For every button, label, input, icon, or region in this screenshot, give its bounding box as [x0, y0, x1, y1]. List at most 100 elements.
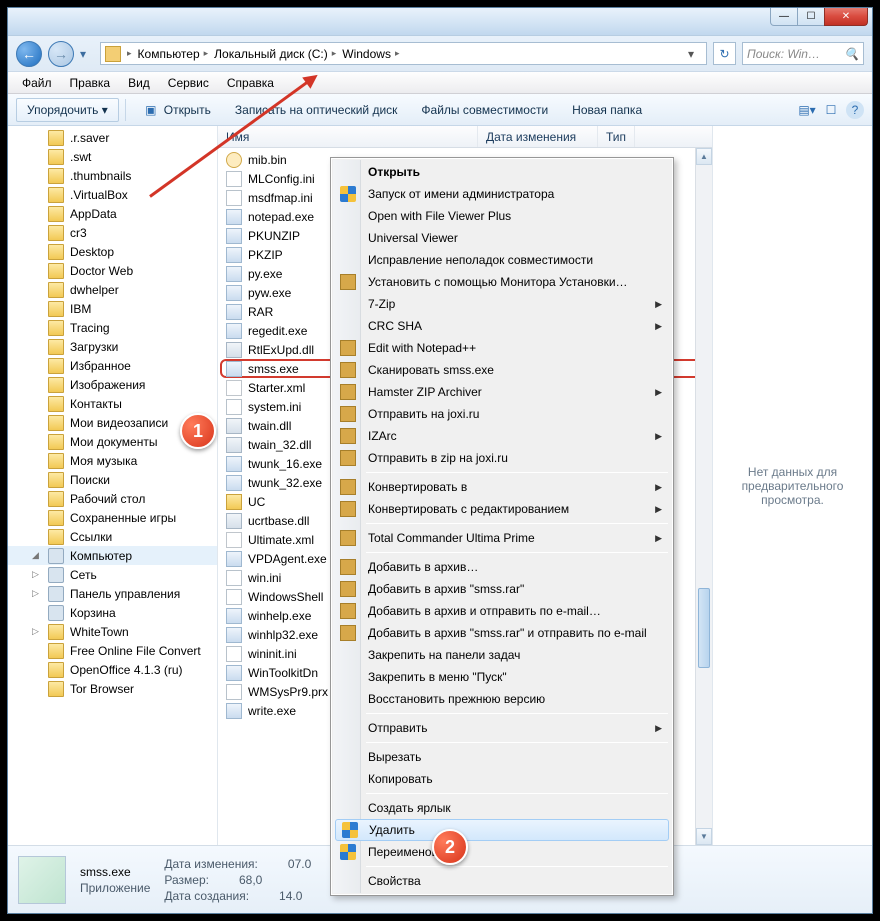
shield-icon	[342, 822, 358, 838]
context-item-label: Hamster ZIP Archiver	[368, 385, 482, 399]
context-item[interactable]: Копировать	[334, 768, 670, 790]
search-input[interactable]: Поиск: Win… 🔍	[742, 42, 864, 65]
tree-item[interactable]: ▷WhiteTown	[8, 622, 217, 641]
context-item[interactable]: Edit with Notepad++	[334, 337, 670, 359]
tree-item[interactable]: Моя музыка	[8, 451, 217, 470]
tree-item[interactable]: dwhelper	[8, 280, 217, 299]
context-item[interactable]: Добавить в архив…	[334, 556, 670, 578]
folder-icon	[105, 46, 121, 62]
context-item[interactable]: Переименовать	[334, 841, 670, 863]
context-item[interactable]: Вырезать	[334, 746, 670, 768]
maximize-button[interactable]: ☐	[797, 8, 825, 26]
help-button[interactable]: ?	[846, 101, 864, 119]
tree-item[interactable]: cr3	[8, 223, 217, 242]
context-item[interactable]: Удалить	[335, 819, 669, 841]
menu-file[interactable]: Файл	[14, 74, 60, 92]
tree-item[interactable]: Загрузки	[8, 337, 217, 356]
file-name: Ultimate.xml	[248, 533, 314, 547]
minimize-button[interactable]: —	[770, 8, 798, 26]
nav-history-dropdown[interactable]: ▾	[80, 47, 94, 61]
context-item[interactable]: Установить с помощью Монитора Установки…	[334, 271, 670, 293]
context-item[interactable]: Добавить в архив и отправить по e-mail…	[334, 600, 670, 622]
context-item[interactable]: Свойства	[334, 870, 670, 892]
tree-item[interactable]: AppData	[8, 204, 217, 223]
close-button[interactable]: ✕	[824, 8, 868, 26]
tree-item-label: Tracing	[70, 321, 110, 335]
nav-back-button[interactable]: ←	[16, 41, 42, 67]
context-item[interactable]: Hamster ZIP Archiver▶	[334, 381, 670, 403]
context-item[interactable]: Сканировать smss.exe	[334, 359, 670, 381]
col-type[interactable]: Тип	[598, 126, 635, 147]
scrollbar-vertical[interactable]: ▲ ▼	[695, 148, 712, 845]
tree-item[interactable]: Контакты	[8, 394, 217, 413]
tree-item[interactable]: Корзина	[8, 603, 217, 622]
context-item[interactable]: 7-Zip▶	[334, 293, 670, 315]
scroll-down-button[interactable]: ▼	[696, 828, 712, 845]
context-item[interactable]: Добавить в архив "smss.rar"	[334, 578, 670, 600]
context-item[interactable]: Исправление неполадок совместимости	[334, 249, 670, 271]
tree-item[interactable]: .r.saver	[8, 128, 217, 147]
context-item[interactable]: Конвертировать с редактированием▶	[334, 498, 670, 520]
scroll-up-button[interactable]: ▲	[696, 148, 712, 165]
nav-forward-button[interactable]: →	[48, 41, 74, 67]
preview-pane-button[interactable]: ☐	[822, 101, 840, 119]
refresh-button[interactable]: ↻	[713, 42, 736, 65]
organize-button[interactable]: Упорядочить ▾	[16, 98, 119, 122]
address-bar[interactable]: ▸ Компьютер▸ Локальный диск (C:)▸ Window…	[100, 42, 707, 65]
context-item[interactable]: Total Commander Ultima Prime▶	[334, 527, 670, 549]
address-dropdown[interactable]: ▾	[680, 47, 702, 61]
file-name: WinToolkitDn	[248, 666, 318, 680]
tree-item[interactable]: Поиски	[8, 470, 217, 489]
tree-item[interactable]: OpenOffice 4.1.3 (ru)	[8, 660, 217, 679]
menu-view[interactable]: Вид	[120, 74, 158, 92]
context-item[interactable]: Создать ярлык	[334, 797, 670, 819]
new-folder-button[interactable]: Новая папка	[562, 99, 652, 121]
context-item[interactable]: CRC SHA▶	[334, 315, 670, 337]
tree-item[interactable]: ▷Сеть	[8, 565, 217, 584]
breadcrumb-drive-c[interactable]: Локальный диск (C:)▸	[214, 47, 336, 61]
context-item[interactable]: Закрепить на панели задач	[334, 644, 670, 666]
context-item[interactable]: Отправить в zip на joxi.ru	[334, 447, 670, 469]
tree-item[interactable]: IBM	[8, 299, 217, 318]
context-item[interactable]: Восстановить прежнюю версию	[334, 688, 670, 710]
tree-item[interactable]: Desktop	[8, 242, 217, 261]
menu-help[interactable]: Справка	[219, 74, 282, 92]
tree-item[interactable]: .VirtualBox	[8, 185, 217, 204]
tree-item[interactable]: Doctor Web	[8, 261, 217, 280]
context-item[interactable]: Universal Viewer	[334, 227, 670, 249]
scroll-thumb[interactable]	[698, 588, 710, 668]
tree-item[interactable]: Free Online File Convert	[8, 641, 217, 660]
context-item[interactable]: Отправить на joxi.ru	[334, 403, 670, 425]
context-item[interactable]: Отправить▶	[334, 717, 670, 739]
context-item[interactable]: Запуск от имени администратора	[334, 183, 670, 205]
tree-item[interactable]: Избранное	[8, 356, 217, 375]
compat-files-button[interactable]: Файлы совместимости	[411, 99, 558, 121]
menu-edit[interactable]: Правка	[62, 74, 119, 92]
tree-item[interactable]: Сохраненные игры	[8, 508, 217, 527]
tree-item[interactable]: Tor Browser	[8, 679, 217, 698]
context-item[interactable]: IZArc▶	[334, 425, 670, 447]
context-item[interactable]: Добавить в архив "smss.rar" и отправить …	[334, 622, 670, 644]
views-button[interactable]: ▤▾	[798, 101, 816, 119]
menu-tools[interactable]: Сервис	[160, 74, 217, 92]
context-item[interactable]: Конвертировать в▶	[334, 476, 670, 498]
breadcrumb-windows[interactable]: Windows▸	[342, 47, 399, 61]
tree-item[interactable]: .swt	[8, 147, 217, 166]
tree-item[interactable]: Ссылки	[8, 527, 217, 546]
tree-item[interactable]: Изображения	[8, 375, 217, 394]
context-item[interactable]: Закрепить в меню "Пуск"	[334, 666, 670, 688]
col-date[interactable]: Дата изменения	[478, 126, 598, 147]
col-name[interactable]: Имя	[218, 126, 478, 147]
tree-item[interactable]: Рабочий стол	[8, 489, 217, 508]
context-menu[interactable]: ОткрытьЗапуск от имени администратораOpe…	[330, 157, 674, 896]
breadcrumb-computer[interactable]: Компьютер▸	[138, 47, 209, 61]
nav-tree[interactable]: .r.saver.swt.thumbnails.VirtualBoxAppDat…	[8, 126, 218, 845]
tree-item[interactable]: Tracing	[8, 318, 217, 337]
context-item[interactable]: Open with File Viewer Plus	[334, 205, 670, 227]
tree-item[interactable]: ◢Компьютер	[8, 546, 217, 565]
file-icon	[226, 494, 242, 510]
context-item[interactable]: Открыть	[334, 161, 670, 183]
burn-disc-button[interactable]: Записать на оптический диск	[225, 99, 408, 121]
open-button[interactable]: ▣Открыть	[132, 97, 221, 123]
tree-item[interactable]: ▷Панель управления	[8, 584, 217, 603]
